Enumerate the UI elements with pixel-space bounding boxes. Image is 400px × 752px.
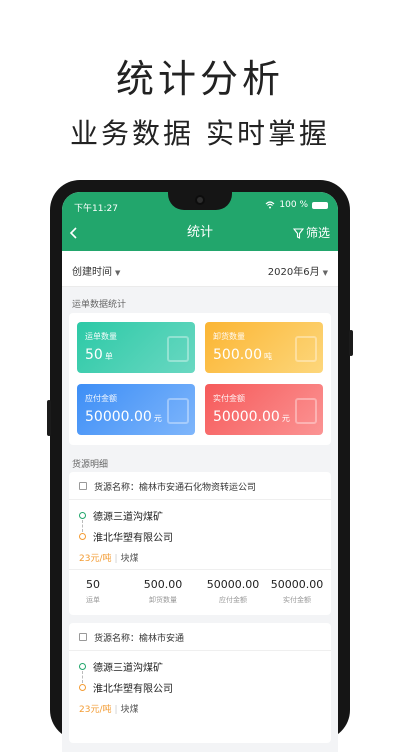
phone-frame: 下午11:27 100 % 统计 筛选 创建时间 ▼ 2020年6月 ▼ 运单数…: [47, 180, 353, 752]
destination-name: 淮北华塑有限公司: [93, 533, 173, 544]
created-time-dropdown[interactable]: 创建时间 ▼: [72, 263, 120, 278]
source-card[interactable]: 货源名称：榆林市安通 德源三道沟煤矿 淮北华塑有限公司 23元/吨 | 块煤: [69, 623, 331, 743]
origin-dot-icon: [79, 663, 86, 670]
front-camera: [195, 195, 205, 205]
money-bag-icon: [167, 398, 189, 424]
wifi-icon: [265, 201, 275, 209]
nav-row: 统计 筛选: [62, 218, 338, 248]
unit-price: 23元/吨: [79, 554, 112, 564]
summary-card: 运单数量 50 单 卸货数量 500.00 吨 应付金额 50000.00 元 实付金…: [69, 313, 331, 445]
origin-name: 德源三道沟煤矿: [93, 663, 163, 674]
payable-amount-tile[interactable]: 应付金额 50000.00 元: [77, 384, 195, 435]
source-header: 货源名称：榆林市安通: [69, 623, 331, 651]
clipboard-icon: [167, 336, 189, 362]
filter-icon: [292, 227, 304, 239]
battery-icon: [312, 201, 328, 209]
source-name: 货源名称：榆林市安通石化物资转运公司: [94, 483, 257, 493]
stat-unload: 500.00 卸货数量: [143, 578, 183, 604]
summary-section-label: 运单数据统计: [72, 300, 127, 310]
app-bar: 下午11:27 100 % 统计 筛选: [62, 192, 338, 251]
filter-bar: 创建时间 ▼ 2020年6月 ▼: [62, 251, 338, 287]
status-right: 100 %: [265, 200, 328, 210]
tile-label: 运单数量: [85, 332, 117, 341]
tile-value: 50 单: [85, 347, 113, 363]
waybill-count-tile[interactable]: 运单数量 50 单: [77, 322, 195, 373]
status-time: 下午11:27: [74, 204, 118, 214]
stat-paid: 50000.00 实付金额: [270, 578, 324, 604]
route-line: [82, 520, 83, 532]
filter-button[interactable]: 筛选: [292, 218, 330, 248]
origin-dot-icon: [79, 512, 86, 519]
month-value: 2020年6月: [267, 267, 320, 278]
paid-amount-tile[interactable]: 实付金额 50000.00 元: [205, 384, 323, 435]
unit-price: 23元/吨: [79, 705, 112, 715]
document-icon: [79, 633, 87, 641]
tile-label: 应付金额: [85, 394, 117, 403]
destination-name: 淮北华塑有限公司: [93, 684, 173, 695]
filter-label: 筛选: [305, 226, 330, 240]
stat-waybills: 50 运单: [86, 578, 100, 604]
app-screen: 下午11:27 100 % 统计 筛选 创建时间 ▼ 2020年6月 ▼ 运单数…: [62, 192, 338, 752]
volume-button: [47, 400, 51, 436]
power-button: [349, 330, 353, 356]
caret-down-icon: ▼: [322, 269, 328, 277]
promo-title: 统计分析: [115, 57, 284, 101]
source-header: 货源名称：榆林市安通石化物资转运公司: [69, 472, 331, 500]
destination-dot-icon: [79, 533, 86, 540]
month-dropdown[interactable]: 2020年6月 ▼: [268, 263, 328, 278]
destination-dot-icon: [79, 684, 86, 691]
tile-label: 卸货数量: [213, 332, 245, 341]
tile-value: 50000.00 元: [213, 409, 290, 425]
wallet-icon: [295, 398, 317, 424]
cargo-type: 块煤: [120, 705, 139, 715]
document-icon: [79, 482, 87, 490]
cargo-type: 块煤: [120, 554, 139, 564]
promo-subtitle: 业务数据 实时掌握: [70, 117, 330, 150]
battery-percent: 100 %: [279, 200, 308, 210]
origin-name: 德源三道沟煤矿: [93, 512, 163, 523]
detail-section-label: 货源明细: [72, 460, 109, 470]
box-icon: [295, 336, 317, 362]
route-line: [82, 671, 83, 683]
promo-header: 统计分析 业务数据 实时掌握: [0, 0, 400, 180]
tile-label: 实付金额: [213, 394, 245, 403]
tile-value: 50000.00 元: [85, 409, 162, 425]
stat-payable: 50000.00 应付金额: [206, 578, 260, 604]
created-time-label: 创建时间: [72, 267, 112, 278]
price-row: 23元/吨 | 块煤: [79, 705, 139, 715]
tile-value: 500.00 吨: [213, 347, 272, 363]
source-card[interactable]: 货源名称：榆林市安通石化物资转运公司 德源三道沟煤矿 淮北华塑有限公司 23元/…: [69, 472, 331, 615]
source-name: 货源名称：榆林市安通: [94, 634, 185, 644]
price-row: 23元/吨 | 块煤: [79, 554, 139, 564]
unload-amount-tile[interactable]: 卸货数量 500.00 吨: [205, 322, 323, 373]
source-stats: 50 运单 500.00 卸货数量 50000.00 应付金额 50000.00 实付金…: [69, 569, 331, 615]
caret-down-icon: ▼: [115, 269, 121, 277]
